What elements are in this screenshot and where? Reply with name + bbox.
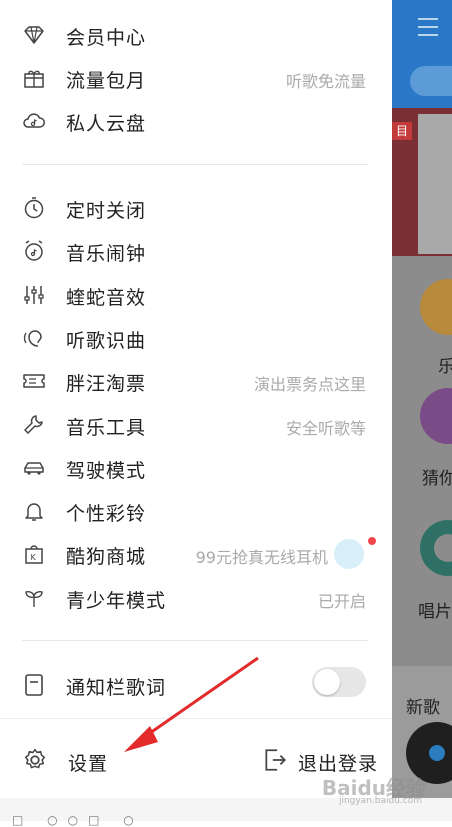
background-banner[interactable]: 目 [392, 108, 452, 256]
background-tab-new-songs[interactable]: 新歌 [406, 693, 440, 718]
side-drawer: 会员中心 流量包月 听歌免流量 私人云盘 定时关闭 音乐闹钟 蝰蛇音效 听歌识曲 胖汪淘票 演出… [0, 0, 392, 799]
background-item-label-3: 唱片 [418, 602, 452, 622]
background-search-bar[interactable] [410, 66, 452, 96]
banner-card [418, 114, 452, 254]
hamburger-menu-icon[interactable] [418, 18, 438, 42]
background-item-label-2: 猜你 [422, 469, 452, 489]
watermark-subtitle: jingyan.baidu.com [338, 796, 422, 806]
cutoff-toolbar-fragment: □ ○○□ ○ [12, 813, 144, 827]
annotation-arrow [124, 656, 259, 752]
background-app: 目 乐 猜你 唱片 新歌 [392, 0, 452, 798]
background-header [392, 0, 452, 108]
banner-tag: 目 [392, 122, 412, 140]
background-item-label-1: 乐 [438, 357, 452, 377]
